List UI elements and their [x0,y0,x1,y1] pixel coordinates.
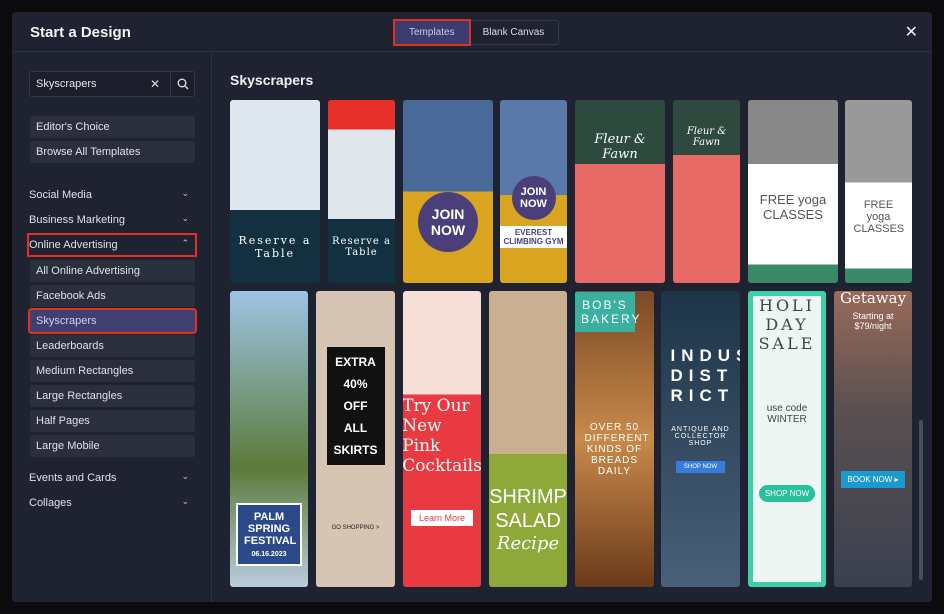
close-icon[interactable]: ✕ [905,22,918,42]
template-text: Summer Getaway [839,291,907,307]
template-subtext: use code WINTER [766,403,808,425]
template-text: EXTRA 40% OFF ALL SKIRTS [326,347,385,465]
template-subtext: Recipe [496,532,560,554]
template-subtext: ANTIQUE AND COLLECTOR SHOP [671,425,730,447]
sidebar-item-large-rectangles[interactable]: Large Rectangles [30,385,195,407]
template-card[interactable]: JOIN NOW [403,100,493,283]
category-label: Business Marketing [29,214,125,226]
template-text: Reserve a Table [238,233,312,260]
template-text: Fleur & Fawn [594,131,646,162]
search-box: ✕ [29,71,195,97]
template-card[interactable]: Summer Getaway Starting at $79/night BOOK … [834,291,912,587]
category-events-and-cards[interactable]: Events and Cards ⌄ [29,468,195,488]
template-card[interactable]: Try Our New Pink Cocktails Learn More [403,291,481,587]
chevron-down-icon: ⌄ [181,496,189,506]
category-collages[interactable]: Collages ⌄ [29,493,195,513]
chevron-down-icon: ⌄ [181,213,189,223]
category-label: Collages [29,497,72,509]
browse-all-templates-button[interactable]: Browse All Templates [30,141,195,163]
scrollbar[interactable] [919,420,923,580]
template-card[interactable]: Reserve a Table [328,100,395,283]
template-subtext: 06.16.2023 [251,550,287,558]
shop-now-button: SHOP NOW [758,485,816,502]
sidebar-item-facebook-ads[interactable]: Facebook Ads [30,285,195,307]
sidebar-item-skyscrapers[interactable]: Skyscrapers [28,308,197,334]
template-card[interactable]: EXTRA 40% OFF ALL SKIRTS GO SHOPPING > [316,291,395,587]
search-input[interactable] [36,78,146,90]
template-text: FREE yoga CLASSES [853,198,905,235]
template-text: Reserve a Table [332,235,391,258]
template-text: BOB'S BAKERY [575,291,639,332]
category-online-advertising[interactable]: Online Advertising ⌃ [27,233,197,257]
category-social-media[interactable]: Social Media ⌄ [29,185,195,205]
chevron-down-icon: ⌄ [181,188,189,198]
template-subtext: Starting at $79/night [852,310,894,331]
sidebar: ✕ Editor's Choice Browse All Templates S… [12,53,212,602]
start-design-modal: Start a Design Templates Blank Canvas ✕ … [12,12,932,602]
category-label: Events and Cards [29,472,117,484]
shop-now-button: SHOP NOW [675,460,726,473]
template-card[interactable]: HOLI DAY SALE use code WINTER SHOP NOW [748,291,826,587]
template-card[interactable]: FREE yoga CLASSES [748,100,838,283]
modal-header: Start a Design Templates Blank Canvas ✕ [12,12,932,52]
template-text: JOIN NOW [418,191,478,252]
template-subtext: EVEREST CLIMBING GYM [500,225,567,248]
chevron-up-icon: ⌃ [181,238,189,248]
sidebar-item-half-pages[interactable]: Half Pages [30,410,195,432]
template-card[interactable]: SHRIMP SALAD Recipe [489,291,567,587]
template-text: FREE yoga CLASSES [759,191,827,222]
category-business-marketing[interactable]: Business Marketing ⌄ [29,210,195,230]
tab-templates[interactable]: Templates [393,19,471,46]
template-text: SHRIMP SALAD [489,485,567,532]
template-text: INDUSTRIAL DIST RICT [670,345,741,405]
template-text: PALM SPRING FESTIVAL [244,510,297,547]
sidebar-item-leaderboards[interactable]: Leaderboards [30,335,195,357]
sidebar-item-all-online-advertising[interactable]: All Online Advertising [30,260,195,282]
book-now-button: BOOK NOW ▸ [841,470,905,488]
template-card[interactable]: JOIN NOW EVEREST CLIMBING GYM [500,100,567,283]
template-subtext: GO SHOPPING > [331,525,380,531]
template-card[interactable]: FREE yoga CLASSES [845,100,912,283]
template-card[interactable]: BOB'S BAKERY OVER 50 DIFFERENT KINDS OF B… [575,291,654,587]
category-label: Online Advertising [29,239,118,251]
template-text: JOIN NOW [511,175,556,220]
template-subtext: Learn More [410,510,474,526]
template-text: Try Our New Pink Cocktails [403,396,481,476]
editors-choice-button[interactable]: Editor's Choice [30,116,195,138]
template-subtext: OVER 50 DIFFERENT KINDS OF BREADS DAILY [584,421,650,477]
category-label: Social Media [29,189,92,201]
clear-search-icon[interactable]: ✕ [150,77,160,91]
template-card[interactable]: PALM SPRING FESTIVAL 06.16.2023 [230,291,308,587]
sidebar-item-large-mobile[interactable]: Large Mobile [30,435,195,457]
sidebar-item-medium-rectangles[interactable]: Medium Rectangles [30,360,195,382]
modal-title: Start a Design [30,24,131,41]
tab-blank-canvas[interactable]: Blank Canvas [469,21,559,44]
template-card[interactable]: Fleur & Fawn [575,100,665,283]
mode-tabs: Templates Blank Canvas [393,19,560,46]
template-text: Fleur & Fawn [686,125,727,148]
template-text: HOLI DAY SALE [758,296,816,353]
chevron-down-icon: ⌄ [181,471,189,481]
template-card[interactable]: Fleur & Fawn [673,100,740,283]
section-heading: Skyscrapers [230,72,314,88]
template-card[interactable]: INDUSTRIAL DIST RICT ANTIQUE AND COLLECTO… [661,291,740,587]
search-icon[interactable] [170,72,195,96]
template-card[interactable]: Reserve a Table [230,100,320,283]
